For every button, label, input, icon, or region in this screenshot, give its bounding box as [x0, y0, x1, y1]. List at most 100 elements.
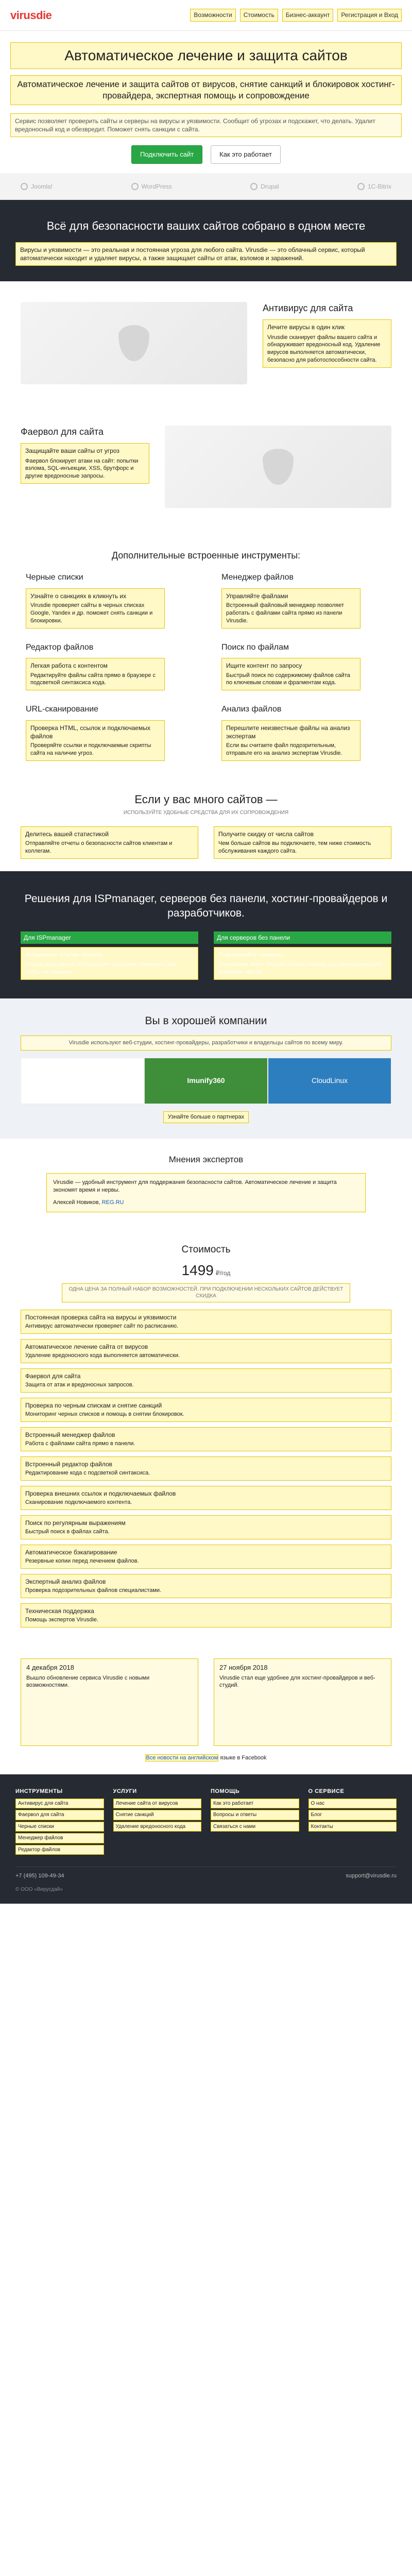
discount-card: Получите скидку от числа сайтов Чем больш…	[214, 826, 391, 859]
tool-card: Легкая работа с контентом Редактируйте фа…	[26, 658, 165, 691]
price-feature: Автоматическое бэкапирование Резервные ко…	[21, 1544, 391, 1569]
footer-col-help: ПОМОЩЬ Как это работает Вопросы и ответы…	[211, 1788, 299, 1856]
footer-link[interactable]: Черные списки	[15, 1821, 104, 1832]
news-text: Virusdie стал еще удобнее для хостинг-пр…	[219, 1674, 375, 1689]
tool-title: Менеджер файлов	[221, 573, 294, 582]
nav-login[interactable]: Регистрация и Вход	[337, 9, 402, 22]
partner-logo-blank	[21, 1057, 144, 1104]
isp-ispmanager-card: Установите плагин Virusdie Плагин для пан…	[21, 946, 198, 980]
news-item[interactable]: 4 декабря 2018 Вышло обновление сервиса V…	[21, 1658, 198, 1746]
price-feature: Фаервол для сайта Защита от атак и вредон…	[21, 1368, 391, 1393]
footer-link[interactable]: Лечение сайта от вирусов	[113, 1798, 201, 1809]
footer-link[interactable]: Фаервол для сайта	[15, 1810, 104, 1820]
card-text: Чем больше сайтов вы подключаете, тем ни…	[218, 840, 371, 855]
card-title: Подключайте серверы	[218, 951, 283, 958]
wordpress-icon	[131, 183, 139, 190]
many-sites-section: Если у вас много сайтов — ИСПОЛЬЗУЙТЕ УД…	[0, 776, 412, 871]
logo[interactable]: virusdie	[10, 8, 52, 23]
footer-link[interactable]: Снятие санкций	[113, 1810, 201, 1820]
cms-strip: Joomla! WordPress Drupal 1C-Bitrix	[0, 173, 412, 200]
footer-link[interactable]: Редактор файлов	[15, 1844, 104, 1855]
share-stats-card: Делитесь вашей статистикой Отправляйте от…	[21, 826, 198, 859]
tools-heading: Дополнительные встроенные инструменты:	[111, 550, 301, 561]
expert-author-link[interactable]: REG.RU	[102, 1199, 124, 1206]
tool-card-title: Управляйте файлами	[226, 592, 288, 600]
price-feature-list: Постоянная проверка сайта на вирусы и уя…	[21, 1309, 391, 1628]
price-feature: Встроенный редактор файлов Редактирование…	[21, 1456, 391, 1481]
experts-title: Мнения экспертов	[168, 1154, 244, 1164]
imunify-logo: Imunify360	[144, 1057, 268, 1104]
expert-text: Virusdie — удобный инструмент для поддер…	[53, 1179, 337, 1193]
antivirus-card-text: Virusdie сканирует файлы вашего сайта и …	[267, 334, 381, 364]
price-feature: Встроенный менеджер файлов Работа с файла…	[21, 1427, 391, 1451]
shield-icon	[118, 325, 149, 362]
tool-card-text: Редактируйте файлы сайта прямо в браузер…	[30, 672, 156, 686]
antivirus-card-title: Лечите вирусы в один клик	[267, 324, 345, 331]
nav-business[interactable]: Бизнес-аккаунт	[282, 9, 334, 22]
isp-title: Решения для ISPmanager, серверов без пан…	[24, 892, 388, 920]
footer-phone[interactable]: +7 (495) 109-49-34	[15, 1872, 64, 1880]
footer-link[interactable]: Связаться с нами	[211, 1821, 299, 1832]
tool-card-text: Virusdie проверяет сайты в черных списка…	[30, 602, 153, 624]
connect-site-button[interactable]: Подключить сайт	[131, 145, 203, 164]
footer-link[interactable]: Антивирус для сайта	[15, 1798, 104, 1809]
isp-server-head[interactable]: Для серверов без панели	[214, 931, 391, 944]
tool-card: Узнайте о санкциях в кликнуть их Virusdie…	[26, 588, 165, 629]
tool-blacklists: Черные списки Узнайте о санкциях в кликн…	[26, 572, 191, 629]
expert-author: Алексей Новиков, REG.RU	[53, 1199, 124, 1206]
footer-col-about: О СЕРВИСЕ О нас Блог Контакты	[308, 1788, 397, 1856]
footer-email[interactable]: support@virusdie.ru	[346, 1872, 397, 1880]
price-feature: Поиск по регулярным выражениям Быстрый по…	[21, 1515, 391, 1539]
news-more-link[interactable]: Все новости на английском	[145, 1754, 219, 1761]
news-more: Все новости на английском языке в Facebo…	[145, 1754, 267, 1761]
experts-section: Мнения экспертов Virusdie — удобный инст…	[0, 1139, 412, 1228]
footer-col-tools: ИНСТРУМЕНТЫ Антивирус для сайта Фаервол …	[15, 1788, 104, 1856]
price-value: 1499 ₽/год	[181, 1262, 231, 1278]
tool-card-text: Если вы считаете файл подозрительным, от…	[226, 742, 342, 757]
footer-link[interactable]: Вопросы и ответы	[211, 1810, 299, 1820]
hero-desc: Сервис позволяет проверить сайты и серве…	[10, 113, 402, 138]
news-item[interactable]: 27 ноября 2018 Virusdie стал еще удобнее …	[214, 1658, 391, 1746]
how-it-works-button[interactable]: Как это работает	[211, 145, 281, 164]
footer-link[interactable]: Как это работает	[211, 1798, 299, 1809]
tool-card-title: Ищите контент по запросу	[226, 662, 302, 670]
nav-pricing[interactable]: Стоимость	[239, 9, 278, 22]
hero-subtitle: Автоматическое лечение и защита сайтов о…	[10, 75, 402, 105]
card-title: Делитесь вашей статистикой	[25, 831, 109, 838]
antivirus-card: Лечите вирусы в один клик Virusdie скани…	[263, 319, 391, 368]
price-feature: Постоянная проверка сайта на вирусы и уя…	[21, 1309, 391, 1334]
footer-link[interactable]: Блог	[308, 1810, 397, 1820]
security-section: Всё для безопасности ваших сайтов собран…	[0, 200, 412, 282]
firewall-icon	[263, 449, 294, 485]
company-title: Вы в хорошей компании	[145, 1014, 267, 1027]
tool-card-title: Узнайте о санкциях в кликнуть их	[30, 592, 127, 600]
footer-link[interactable]: Менеджер файлов	[15, 1833, 104, 1843]
tool-card: Перешлите неизвестные файлы на анализ эк…	[221, 720, 360, 761]
company-text: Virusdie используют веб-студии, хостинг-…	[21, 1036, 391, 1050]
main-nav: Возможности Стоимость Бизнес-аккаунт Рег…	[190, 9, 402, 22]
footer-link[interactable]: О нас	[308, 1798, 397, 1809]
tool-file-search: Поиск по файлам Ищите контент по запросу…	[221, 642, 386, 691]
tool-card-text: Проверяйте ссылки и подключаемые скрипты…	[30, 742, 151, 757]
firewall-card: Защищайте ваши сайты от угроз Фаервол бл…	[21, 443, 149, 484]
isp-ispmanager-head[interactable]: Для ISPmanager	[21, 931, 198, 944]
footer: ИНСТРУМЕНТЫ Антивирус для сайта Фаервол …	[0, 1774, 412, 1904]
firewall-section: Фаервол для сайта Защищайте ваши сайты о…	[0, 405, 412, 529]
firewall-card-text: Фаервол блокирует атаки на сайт: попытки…	[25, 457, 139, 480]
security-title: Всё для безопасности ваших сайтов собран…	[46, 219, 366, 233]
hero: Автоматическое лечение и защита сайтов А…	[0, 31, 412, 173]
news-text: Вышло обновление сервиса Virusdie с новы…	[26, 1674, 150, 1689]
company-section: Вы в хорошей компании Virusdie использую…	[0, 998, 412, 1139]
tool-file-analysis: Анализ файлов Перешлите неизвестные файл…	[221, 704, 386, 761]
price-feature: Техническая поддержка Помощь экспертов Vi…	[21, 1603, 391, 1628]
tool-card: Ищите контент по запросу Быстрый поиск по…	[221, 658, 360, 691]
footer-link[interactable]: Удаление вредоносного кода	[113, 1821, 201, 1832]
footer-link[interactable]: Контакты	[308, 1821, 397, 1832]
security-text: Вирусы и уязвимости — это реальная и пос…	[15, 242, 397, 266]
partners-link[interactable]: Узнайте больше о партнерах	[163, 1111, 249, 1123]
price-feature: Проверка по черным спискам и снятие санк…	[21, 1397, 391, 1422]
pricing-title: Стоимость	[181, 1244, 231, 1256]
hero-title: Автоматическое лечение и защита сайтов	[10, 42, 402, 69]
nav-features[interactable]: Возможности	[190, 9, 236, 22]
footer-copyright: © ООО «Вирусдай»	[15, 1887, 63, 1893]
